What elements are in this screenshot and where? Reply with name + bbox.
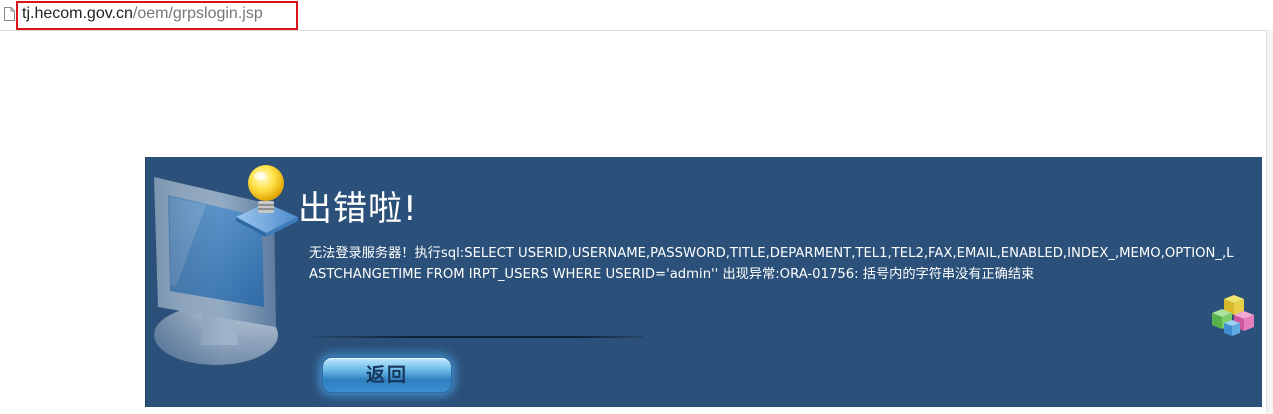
url-host: tj.hecom.gov.cn (22, 5, 133, 22)
divider (309, 336, 644, 338)
lightbulb-icon (236, 165, 298, 237)
error-title: 出错啦! (298, 189, 418, 229)
error-message: 无法登录服务器！执行sql:SELECT USERID,USERNAME,PAS… (309, 246, 1234, 282)
url-field[interactable]: tj.hecom.gov.cn/oem/grpslogin.jsp (22, 4, 263, 24)
cubes-icon (1212, 295, 1254, 336)
back-button[interactable]: 返回 (322, 357, 452, 393)
url-path: /oem/grpslogin.jsp (132, 5, 263, 22)
error-panel: 出错啦! 无法登录服务器！执行sql:SELECT USERID,USERNAM… (145, 157, 1262, 407)
address-bar: tj.hecom.gov.cn/oem/grpslogin.jsp (0, 0, 1273, 31)
page-icon (4, 7, 15, 21)
scrollbar-edge[interactable] (1266, 30, 1273, 414)
